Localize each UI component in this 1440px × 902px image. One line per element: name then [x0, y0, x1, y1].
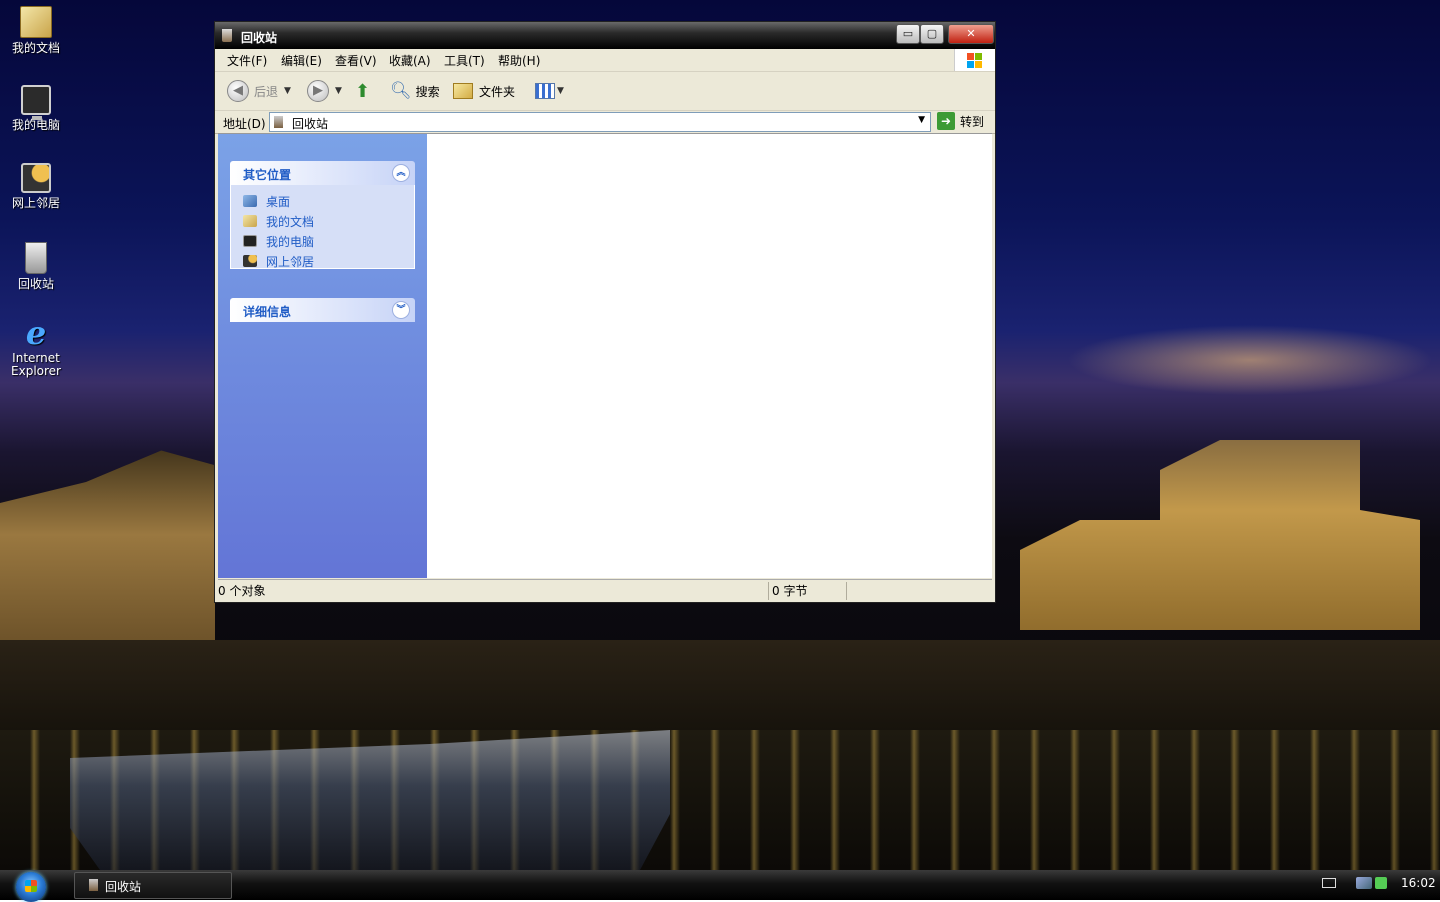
back-label: 后退: [254, 84, 279, 99]
chevron-down-icon[interactable]: ▼: [335, 86, 342, 96]
menu-file[interactable]: 文件(F): [227, 52, 267, 69]
views-button[interactable]: ▼: [535, 80, 564, 102]
keyboard-icon[interactable]: [1322, 878, 1336, 888]
status-object-count: 0 个对象: [218, 582, 769, 600]
wallpaper-left-building: [0, 450, 215, 650]
up-arrow-icon: ⬆: [355, 80, 371, 102]
forward-button[interactable]: ▶ ▼: [307, 80, 342, 102]
up-folder-button[interactable]: ⬆: [355, 80, 370, 102]
desktop-icon: [243, 195, 257, 207]
desktop-icon-label: Explorer: [11, 364, 61, 378]
recycle-bin-window: 回收站 ▭ ▢ ✕ 文件(F) 编辑(E) 查看(V) 收藏(A) 工具(T) …: [214, 21, 996, 603]
internet-explorer-icon: e: [25, 314, 47, 352]
computer-icon: [21, 85, 51, 120]
link-my-documents[interactable]: 我的文档: [243, 211, 414, 231]
link-label: 桌面: [266, 194, 291, 209]
back-arrow-icon: ◀: [227, 80, 249, 102]
minimize-button[interactable]: ▭: [896, 24, 920, 44]
wallpaper-palace: [1020, 440, 1420, 630]
forward-arrow-icon: ▶: [307, 80, 329, 102]
address-value: 回收站: [292, 117, 329, 131]
maximize-button[interactable]: ▢: [920, 24, 944, 44]
wallpaper-bridge: [0, 640, 1440, 730]
chevron-down-icon[interactable]: ▼: [284, 86, 291, 96]
window-title: 回收站: [241, 31, 278, 45]
search-label: 搜索: [415, 84, 440, 99]
search-icon: 🔍︎: [390, 81, 412, 101]
link-my-computer[interactable]: 我的电脑: [243, 231, 414, 251]
menu-bar: 文件(F) 编辑(E) 查看(V) 收藏(A) 工具(T) 帮助(H): [215, 49, 995, 72]
status-bar: 0 个对象 0 字节: [218, 579, 992, 602]
computer-icon: [243, 235, 257, 247]
desktop-icon-recycle-bin[interactable]: 回收站: [2, 242, 70, 291]
folder-icon: [243, 215, 257, 227]
menu-edit[interactable]: 编辑(E): [281, 52, 322, 69]
taskbar: 回收站 16:02: [0, 870, 1440, 902]
desktop-icon-my-documents[interactable]: 我的文档: [2, 6, 70, 55]
address-input[interactable]: 回收站 ▼: [269, 112, 931, 132]
other-places-panel: 其它位置 ︽ 桌面 我的文档 我的电脑 网上邻居: [230, 161, 415, 269]
taskbar-button-label: 回收站: [105, 880, 142, 894]
recycle-bin-icon: [274, 116, 283, 128]
back-button[interactable]: ◀ 后退 ▼: [227, 80, 291, 102]
recycle-bin-icon: [89, 879, 98, 891]
link-network-places[interactable]: 网上邻居: [243, 251, 414, 271]
folder-icon: [20, 6, 52, 38]
link-label: 我的文档: [266, 214, 315, 229]
recycle-bin-icon: [25, 242, 47, 274]
folders-label: 文件夹: [479, 84, 516, 99]
other-places-header[interactable]: 其它位置 ︽: [230, 161, 415, 185]
details-panel: 详细信息 ︾: [230, 298, 415, 322]
desktop-icon-network-places[interactable]: 网上邻居: [2, 163, 70, 210]
panel-title: 其它位置: [243, 168, 292, 182]
windows-logo-icon: [25, 880, 37, 892]
desktop-icon-label: 回收站: [17, 277, 54, 291]
menu-help[interactable]: 帮助(H): [498, 52, 540, 69]
other-places-body: 桌面 我的文档 我的电脑 网上邻居: [230, 185, 415, 269]
desktop-icon-my-computer[interactable]: 我的电脑: [2, 85, 70, 132]
taskbar-button-recycle-bin[interactable]: 回收站: [74, 872, 232, 899]
link-desktop[interactable]: 桌面: [243, 191, 414, 211]
views-grid-icon: [535, 83, 555, 99]
link-label: 我的电脑: [266, 234, 315, 249]
expand-chevron-icon[interactable]: ︾: [393, 302, 409, 318]
menu-tools[interactable]: 工具(T): [444, 52, 485, 69]
network-icon: [243, 255, 257, 267]
folder-content-area[interactable]: 其它位置 ︽ 桌面 我的文档 我的电脑 网上邻居 详细信息 ︾: [218, 133, 992, 578]
address-label: 地址(D): [223, 117, 266, 131]
collapse-chevron-icon[interactable]: ︽: [393, 165, 409, 181]
menu-favorites[interactable]: 收藏(A): [389, 52, 431, 69]
desktop-icon-label: 我的电脑: [11, 118, 60, 132]
task-pane: 其它位置 ︽ 桌面 我的文档 我的电脑 网上邻居 详细信息 ︾: [218, 134, 427, 578]
address-bar: 地址(D) 回收站 ▼ ➜ 转到: [215, 111, 995, 134]
desktop-icon-label: 我的文档: [11, 41, 60, 55]
start-button[interactable]: [16, 872, 46, 902]
toolbar: ◀ 后退 ▼ ▶ ▼ ⬆ 🔍︎ 搜索 文件夹 ▼: [215, 72, 995, 111]
recycle-bin-icon: [222, 29, 232, 42]
details-header[interactable]: 详细信息 ︾: [230, 298, 415, 322]
clock[interactable]: 16:02: [1401, 876, 1436, 890]
go-arrow-icon: ➜: [937, 112, 955, 130]
status-size: 0 字节: [772, 582, 847, 600]
search-button[interactable]: 🔍︎ 搜索: [390, 80, 440, 102]
go-label: 转到: [960, 114, 985, 129]
desktop-icon-internet-explorer[interactable]: e Internet Explorer: [2, 314, 70, 378]
go-button[interactable]: ➜ 转到: [937, 112, 984, 130]
desktop-icon-label: 网上邻居: [11, 196, 60, 210]
chevron-down-icon[interactable]: ▼: [918, 115, 925, 125]
folder-icon: [453, 83, 473, 99]
menu-view[interactable]: 查看(V): [335, 52, 377, 69]
system-tray: 16:02: [1322, 876, 1436, 890]
network-status-icon[interactable]: [1356, 877, 1372, 889]
folders-button[interactable]: 文件夹: [453, 80, 515, 102]
chevron-down-icon[interactable]: ▼: [557, 86, 564, 96]
safely-remove-icon[interactable]: [1375, 877, 1387, 889]
close-button[interactable]: ✕: [948, 24, 994, 44]
panel-title: 详细信息: [243, 305, 292, 319]
windows-logo-icon: [954, 49, 995, 71]
title-bar[interactable]: 回收站 ▭ ▢ ✕: [215, 22, 995, 49]
link-label: 网上邻居: [266, 254, 315, 269]
network-icon: [21, 163, 51, 193]
